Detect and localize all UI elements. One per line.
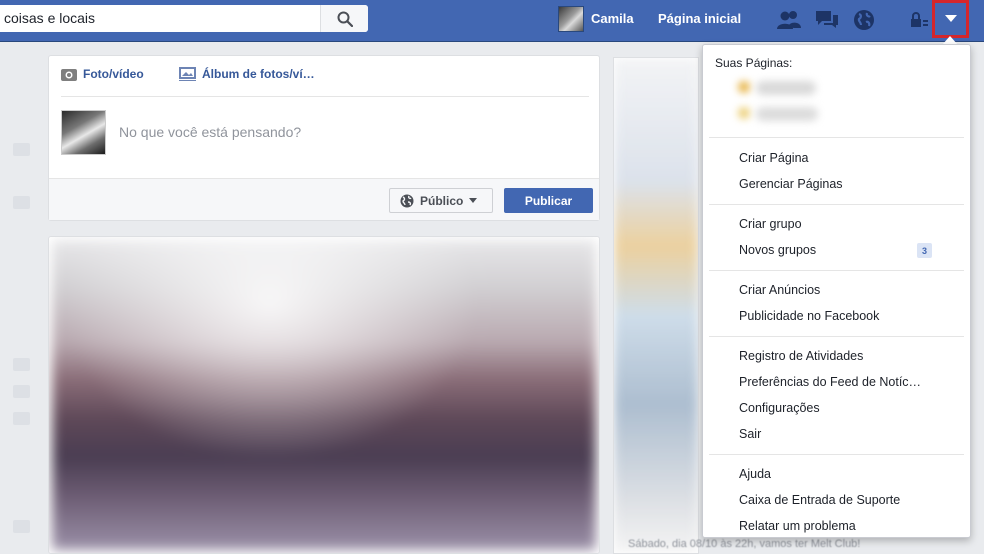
menu-item-log-out[interactable]: Sair xyxy=(739,427,761,441)
account-menu-button[interactable] xyxy=(932,0,969,38)
search-box[interactable]: coisas e locais xyxy=(0,5,368,32)
tab-photo-video-label: Foto/vídeo xyxy=(83,67,144,81)
camera-icon xyxy=(61,69,77,81)
divider xyxy=(61,96,589,97)
divider xyxy=(709,204,964,205)
left-rail-item[interactable] xyxy=(13,143,30,156)
tab-photo-album-label: Álbum de fotos/ví… xyxy=(202,67,315,81)
privacy-lock-icon xyxy=(911,12,928,27)
globe-notifications-icon xyxy=(854,10,874,30)
menu-item-create-page[interactable]: Criar Página xyxy=(739,151,808,165)
left-rail-item[interactable] xyxy=(13,385,30,398)
caret-down-icon xyxy=(469,198,478,203)
status-input[interactable]: No que você está pensando? xyxy=(119,124,301,140)
feed-post xyxy=(48,236,600,554)
left-rail-item[interactable] xyxy=(13,520,30,533)
sponsored-image[interactable] xyxy=(614,58,698,553)
friend-requests-icon xyxy=(777,11,801,29)
menu-item-settings[interactable]: Configurações xyxy=(739,401,820,415)
photo-album-icon xyxy=(179,67,196,81)
menu-item-news-feed-preferences[interactable]: Preferências do Feed de Notíc… xyxy=(739,375,921,389)
your-pages-list[interactable] xyxy=(738,77,818,131)
left-rail-item[interactable] xyxy=(13,358,30,371)
tab-photo-video[interactable]: Foto/vídeo xyxy=(61,67,144,81)
composer-footer: Público Publicar xyxy=(49,178,599,220)
avatar xyxy=(558,5,584,32)
globe-icon xyxy=(400,194,414,207)
messages-icon xyxy=(816,11,838,28)
audience-selector-button[interactable]: Público xyxy=(389,188,493,213)
search-input[interactable]: coisas e locais xyxy=(4,10,95,26)
new-groups-count-badge: 3 xyxy=(917,243,932,258)
menu-item-report-problem[interactable]: Relatar um problema xyxy=(739,519,856,533)
chevron-down-icon xyxy=(944,15,957,22)
search-button[interactable] xyxy=(320,5,368,32)
top-navigation-bar: coisas e locais Camila Página inicial xyxy=(0,0,984,42)
audience-label: Público xyxy=(420,193,464,208)
avatar xyxy=(61,110,106,155)
left-rail-item[interactable] xyxy=(13,196,30,209)
menu-item-activity-log[interactable]: Registro de Atividades xyxy=(739,349,863,363)
your-pages-header: Suas Páginas: xyxy=(715,56,793,70)
home-link[interactable]: Página inicial xyxy=(658,11,741,26)
friend-requests-button[interactable] xyxy=(776,8,802,32)
right-column-card xyxy=(613,57,699,554)
divider xyxy=(709,137,964,138)
profile-link[interactable]: Camila xyxy=(558,5,634,32)
account-dropdown-menu: Suas Páginas: Criar Página Gerenciar Pág… xyxy=(702,44,971,538)
menu-item-support-inbox[interactable]: Caixa de Entrada de Suporte xyxy=(739,493,900,507)
menu-item-create-group[interactable]: Criar grupo xyxy=(739,217,802,231)
profile-name: Camila xyxy=(591,11,634,26)
divider xyxy=(709,454,964,455)
left-rail-item[interactable] xyxy=(13,412,30,425)
divider xyxy=(709,270,964,271)
menu-item-new-groups[interactable]: Novos grupos xyxy=(739,243,816,257)
post-image[interactable] xyxy=(52,240,596,550)
menu-item-manage-pages[interactable]: Gerenciar Páginas xyxy=(739,177,843,191)
menu-item-advertising[interactable]: Publicidade no Facebook xyxy=(739,309,879,323)
menu-item-create-ads[interactable]: Criar Anúncios xyxy=(739,283,820,297)
divider xyxy=(709,336,964,337)
notifications-button[interactable] xyxy=(851,8,877,32)
menu-item-help[interactable]: Ajuda xyxy=(739,467,771,481)
publish-button[interactable]: Publicar xyxy=(504,188,593,213)
messages-button[interactable] xyxy=(814,8,840,32)
search-icon xyxy=(337,11,353,27)
right-column-caption: Sábado, dia 08/10 às 22h, vamos ter Melt… xyxy=(628,538,861,550)
tab-photo-album[interactable]: Álbum de fotos/ví… xyxy=(179,67,315,81)
privacy-shortcuts-button[interactable] xyxy=(906,8,932,32)
post-composer: Foto/vídeo Álbum de fotos/ví… No que voc… xyxy=(48,55,600,221)
